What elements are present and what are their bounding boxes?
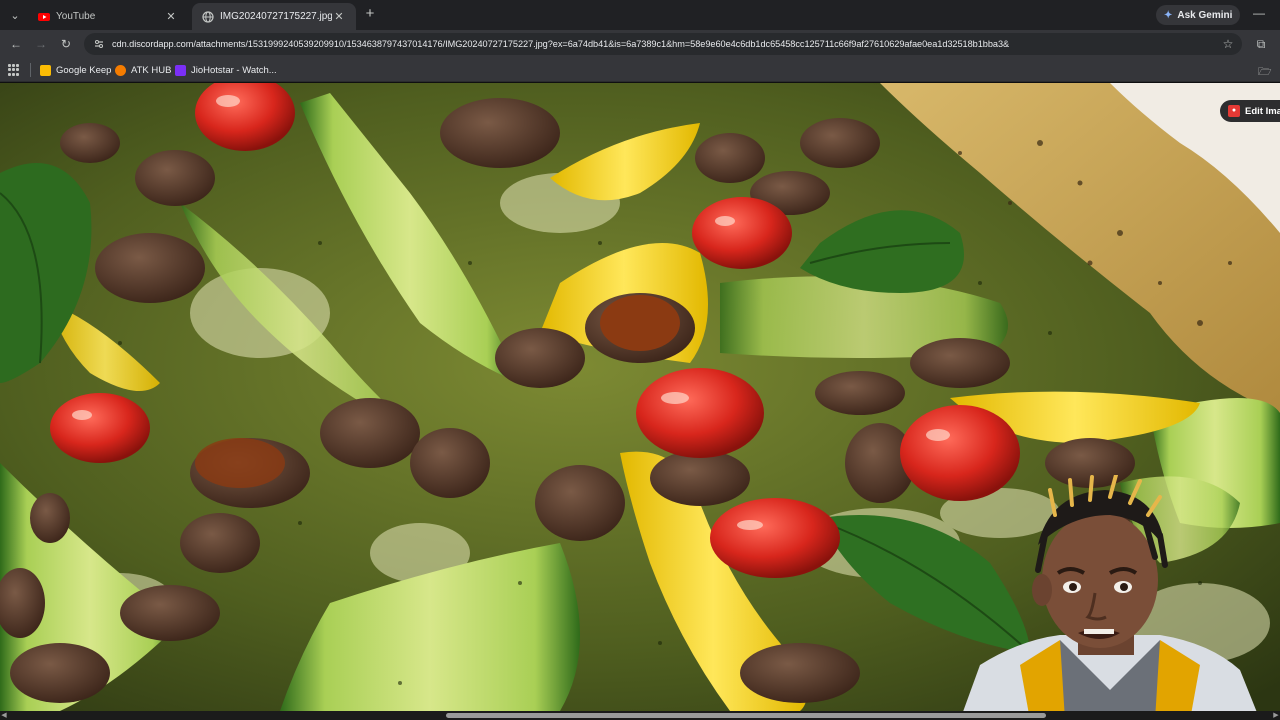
arrow-right-icon: → [35, 37, 47, 51]
atk-hub-icon [115, 64, 126, 76]
address-bar[interactable]: cdn.discordapp.com/attachments/153199924… [84, 33, 1242, 55]
toolbar: ← → ↻ cdn.discordapp.com/attachments/153… [0, 30, 1280, 58]
bookmark-star-icon[interactable]: ☆ [1220, 36, 1236, 52]
tab-image[interactable]: IMG20240727175227.jpg (3000 ✕ [192, 3, 356, 30]
bookmark-jiohotstar[interactable]: JioHotstar - Watch... [175, 62, 277, 78]
streamer-avatar [960, 475, 1260, 720]
bookmark-label: JioHotstar - Watch... [191, 64, 277, 76]
back-button[interactable]: ← [8, 36, 24, 52]
bookmark-label: Google Keep [56, 64, 112, 76]
keep-icon [40, 64, 51, 76]
edit-image-button[interactable]: ● Edit Ima [1220, 100, 1280, 122]
close-tab-icon[interactable]: ✕ [164, 10, 178, 24]
tab-title: YouTube [56, 11, 96, 22]
ask-gemini-button[interactable]: ✦ Ask Gemini [1156, 5, 1241, 25]
edit-image-label: Edit Ima [1245, 105, 1280, 117]
all-bookmarks-folder-icon[interactable]: 🗁 [1258, 63, 1272, 78]
arrow-left-icon: ← [10, 37, 22, 51]
scrollbar-thumb[interactable] [446, 713, 1046, 718]
tab-title: IMG20240727175227.jpg (3000 [220, 11, 332, 22]
minimize-window-button[interactable]: — [1250, 6, 1268, 22]
new-tab-button[interactable]: + [362, 6, 378, 22]
tab-strip: ⌄ YouTube ✕ IMG20240727175227.jpg (3000 … [0, 0, 1280, 30]
url-text: cdn.discordapp.com/attachments/153199924… [112, 39, 1010, 49]
bookmarks-divider [30, 63, 31, 77]
chevron-down-icon: ⌄ [10, 9, 20, 22]
scroll-right-icon[interactable]: ▶ [1272, 711, 1280, 720]
horizontal-scrollbar[interactable]: ◀ ▶ [0, 711, 1280, 720]
acrobat-icon: ● [1228, 105, 1240, 117]
forward-button[interactable]: → [33, 36, 49, 52]
youtube-icon [38, 12, 50, 21]
close-tab-icon[interactable]: ✕ [332, 10, 346, 24]
extensions-icon[interactable]: ⧉ [1253, 36, 1269, 52]
bookmark-label: ATK HUB [131, 64, 172, 76]
jiohotstar-icon [175, 64, 186, 76]
globe-icon [202, 10, 214, 23]
gemini-icon: ✦ [1164, 9, 1173, 21]
site-info-icon[interactable] [92, 37, 106, 51]
bookmark-google-keep[interactable]: Google Keep [40, 62, 111, 78]
reload-button[interactable]: ↻ [58, 36, 74, 52]
tab-youtube[interactable]: YouTube ✕ [28, 3, 188, 30]
apps-grid-icon[interactable] [8, 64, 20, 76]
reload-icon: ↻ [60, 37, 72, 51]
bookmark-atk-hub[interactable]: ATK HUB [115, 62, 171, 78]
ask-gemini-label: Ask Gemini [1177, 9, 1233, 21]
scroll-left-icon[interactable]: ◀ [0, 711, 8, 720]
tab-search-button[interactable]: ⌄ [4, 4, 26, 26]
bookmarks-bar: Google Keep ATK HUB JioHotstar - Watch..… [0, 58, 1280, 82]
